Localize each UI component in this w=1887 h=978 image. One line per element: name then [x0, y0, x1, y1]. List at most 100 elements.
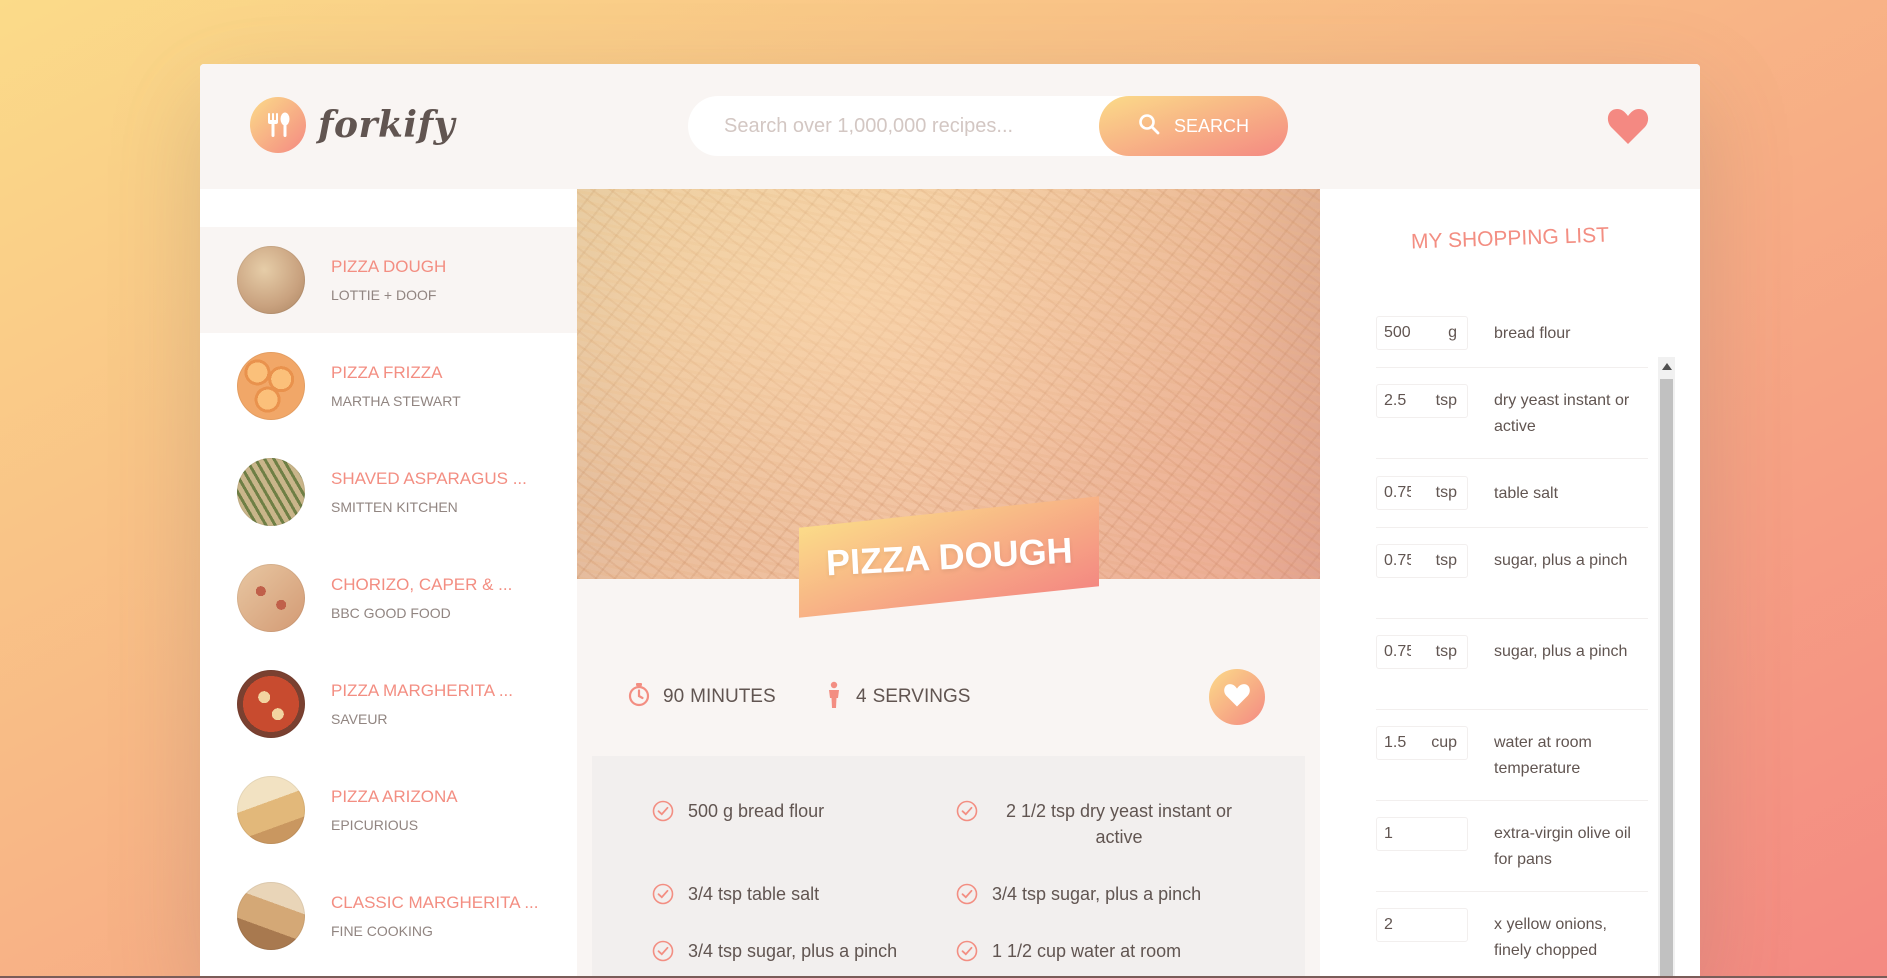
shopping-item: tsp sugar, plus a pinch — [1376, 528, 1648, 619]
shopping-item: tsp table salt — [1376, 459, 1648, 528]
result-thumbnail — [237, 246, 305, 314]
shopping-list: g bread flour tsp dry yeast instant or a… — [1358, 299, 1673, 978]
ingredient-text: 1 1/2 cup water at room — [992, 941, 1182, 961]
result-publisher: BBC GOOD FOOD — [331, 605, 451, 621]
result-publisher: LOTTIE + DOOF — [331, 287, 437, 303]
result-title: PIZZA MARGHERITA ... — [331, 681, 513, 700]
search-input[interactable] — [724, 114, 1084, 138]
quantity-field[interactable] — [1376, 817, 1468, 851]
shopping-item-name: extra-virgin olive oil for pans — [1494, 825, 1631, 868]
shopping-item-name: bread flour — [1494, 325, 1571, 342]
check-circle-icon — [652, 883, 674, 905]
person-icon — [824, 681, 844, 713]
logo-text: forkify — [318, 104, 455, 146]
search-icon — [1138, 113, 1160, 140]
search-button[interactable]: SEARCH — [1099, 96, 1288, 156]
logo[interactable]: forkify — [250, 97, 455, 153]
ingredient-item: 3/4 tsp sugar, plus a pinch — [956, 881, 1246, 907]
recipe-title-text: PIZZA DOUGH — [824, 529, 1074, 584]
result-item[interactable]: SHAVED ASPARAGUS ... SMITTEN KITCHEN — [200, 439, 577, 545]
result-thumbnail — [237, 670, 305, 738]
result-thumbnail — [237, 882, 305, 950]
ingredient-item: 3/4 tsp table salt — [652, 881, 942, 907]
result-publisher: SMITTEN KITCHEN — [331, 499, 458, 515]
result-thumbnail — [237, 564, 305, 632]
shopping-item: g bread flour — [1376, 299, 1648, 368]
recipe-servings: 4 SERVINGS — [824, 669, 970, 725]
result-thumbnail — [237, 458, 305, 526]
fork-spoon-icon — [250, 97, 306, 153]
scroll-up-arrow-icon[interactable] — [1662, 363, 1672, 370]
result-thumbnail — [237, 776, 305, 844]
shopping-item-name: table salt — [1494, 485, 1559, 502]
quantity-input[interactable] — [1384, 916, 1426, 934]
heart-icon — [1223, 682, 1251, 712]
shopping-item: x yellow onions, finely chopped — [1376, 892, 1648, 978]
shopping-item: tsp sugar, plus a pinch — [1376, 619, 1648, 710]
result-item[interactable]: CHORIZO, CAPER & ... BBC GOOD FOOD — [200, 545, 577, 651]
shopping-list-scrollbar[interactable] — [1658, 357, 1675, 978]
quantity-input[interactable] — [1384, 643, 1426, 661]
quantity-input[interactable] — [1384, 734, 1426, 752]
shopping-item: tsp dry yeast instant or active — [1376, 368, 1648, 459]
quantity-field[interactable]: g — [1376, 316, 1468, 350]
result-title: CHORIZO, CAPER & ... — [331, 575, 513, 594]
check-circle-icon — [956, 800, 978, 822]
quantity-unit: tsp — [1435, 392, 1457, 409]
quantity-field[interactable]: tsp — [1376, 544, 1468, 578]
header: forkify SEARCH — [200, 64, 1700, 189]
result-title: PIZZA FRIZZA — [331, 363, 443, 382]
shopping-item-name: sugar, plus a pinch — [1494, 552, 1628, 569]
recipe-servings-label: SERVINGS — [872, 686, 971, 707]
quantity-field[interactable]: cup — [1376, 726, 1468, 760]
ingredient-text: 2 1/2 tsp dry yeast instant or active — [1005, 801, 1233, 847]
ingredient-item: 1 1/2 cup water at room — [956, 938, 1246, 964]
shopping-item-name: water at room temperature — [1494, 734, 1592, 777]
result-item[interactable]: PIZZA FRIZZA MARTHA STEWART — [200, 333, 577, 439]
shopping-list-title: MY SHOPPING LIST — [1410, 223, 1610, 254]
ingredient-item: 2 1/2 tsp dry yeast instant or active — [956, 798, 1246, 850]
recipe-like-button[interactable] — [1209, 669, 1265, 725]
quantity-input[interactable] — [1384, 825, 1426, 843]
result-publisher: EPICURIOUS — [331, 817, 419, 833]
result-publisher: MARTHA STEWART — [331, 393, 461, 409]
result-item[interactable]: PIZZA MARGHERITA ... SAVEUR — [200, 651, 577, 757]
result-item[interactable]: PIZZA DOUGH LOTTIE + DOOF — [200, 227, 577, 333]
quantity-field[interactable]: tsp — [1376, 635, 1468, 669]
result-publisher: SAVEUR — [331, 711, 388, 727]
ingredient-text: 3/4 tsp sugar, plus a pinch — [992, 884, 1202, 904]
shopping-list-panel: MY SHOPPING LIST g bread flour tsp dry y… — [1320, 189, 1700, 978]
ingredient-text: 3/4 tsp sugar, plus a pinch — [688, 941, 898, 961]
results-list: PIZZA DOUGH LOTTIE + DOOF PIZZA FRIZZA M… — [200, 189, 577, 978]
quantity-field[interactable] — [1376, 908, 1468, 942]
result-title: PIZZA DOUGH — [331, 257, 447, 276]
quantity-field[interactable]: tsp — [1376, 476, 1468, 510]
recipe-servings-count: 4 — [856, 686, 867, 707]
likes-heart-icon[interactable] — [1606, 106, 1650, 146]
shopping-item: cup water at room temperature — [1376, 710, 1648, 801]
ingredient-text: 500 g bread flour — [688, 801, 825, 821]
search-form: SEARCH — [688, 96, 1288, 156]
quantity-input[interactable] — [1384, 552, 1426, 570]
search-button-label: SEARCH — [1173, 115, 1249, 136]
quantity-unit: tsp — [1435, 643, 1457, 660]
ingredient-list: 500 g bread flour 2 1/2 tsp dry yeast in… — [592, 756, 1305, 978]
check-circle-icon — [652, 940, 674, 962]
quantity-input[interactable] — [1384, 484, 1426, 502]
quantity-input[interactable] — [1384, 324, 1426, 342]
shopping-item-name: dry yeast instant or active — [1494, 392, 1630, 435]
result-thumbnail — [237, 352, 305, 420]
scrollbar-thumb[interactable] — [1660, 379, 1673, 978]
ingredient-text: 3/4 tsp table salt — [688, 884, 820, 904]
result-title: SHAVED ASPARAGUS ... — [331, 469, 527, 488]
quantity-field[interactable]: tsp — [1376, 384, 1468, 418]
quantity-input[interactable] — [1384, 392, 1426, 410]
app-container: forkify SEARCH PIZ — [200, 64, 1700, 978]
recipe-panel: PIZZA DOUGH 90 MINUTES 4 SERVINGS 500 g … — [577, 189, 1320, 978]
result-item[interactable]: CLASSIC MARGHERITA ... FINE COOKING — [200, 863, 577, 969]
result-title: CLASSIC MARGHERITA ... — [331, 893, 539, 912]
result-publisher: FINE COOKING — [331, 923, 433, 939]
shopping-item-name: x yellow onions, finely chopped — [1494, 916, 1607, 959]
check-circle-icon — [956, 940, 978, 962]
result-item[interactable]: PIZZA ARIZONA EPICURIOUS — [200, 757, 577, 863]
